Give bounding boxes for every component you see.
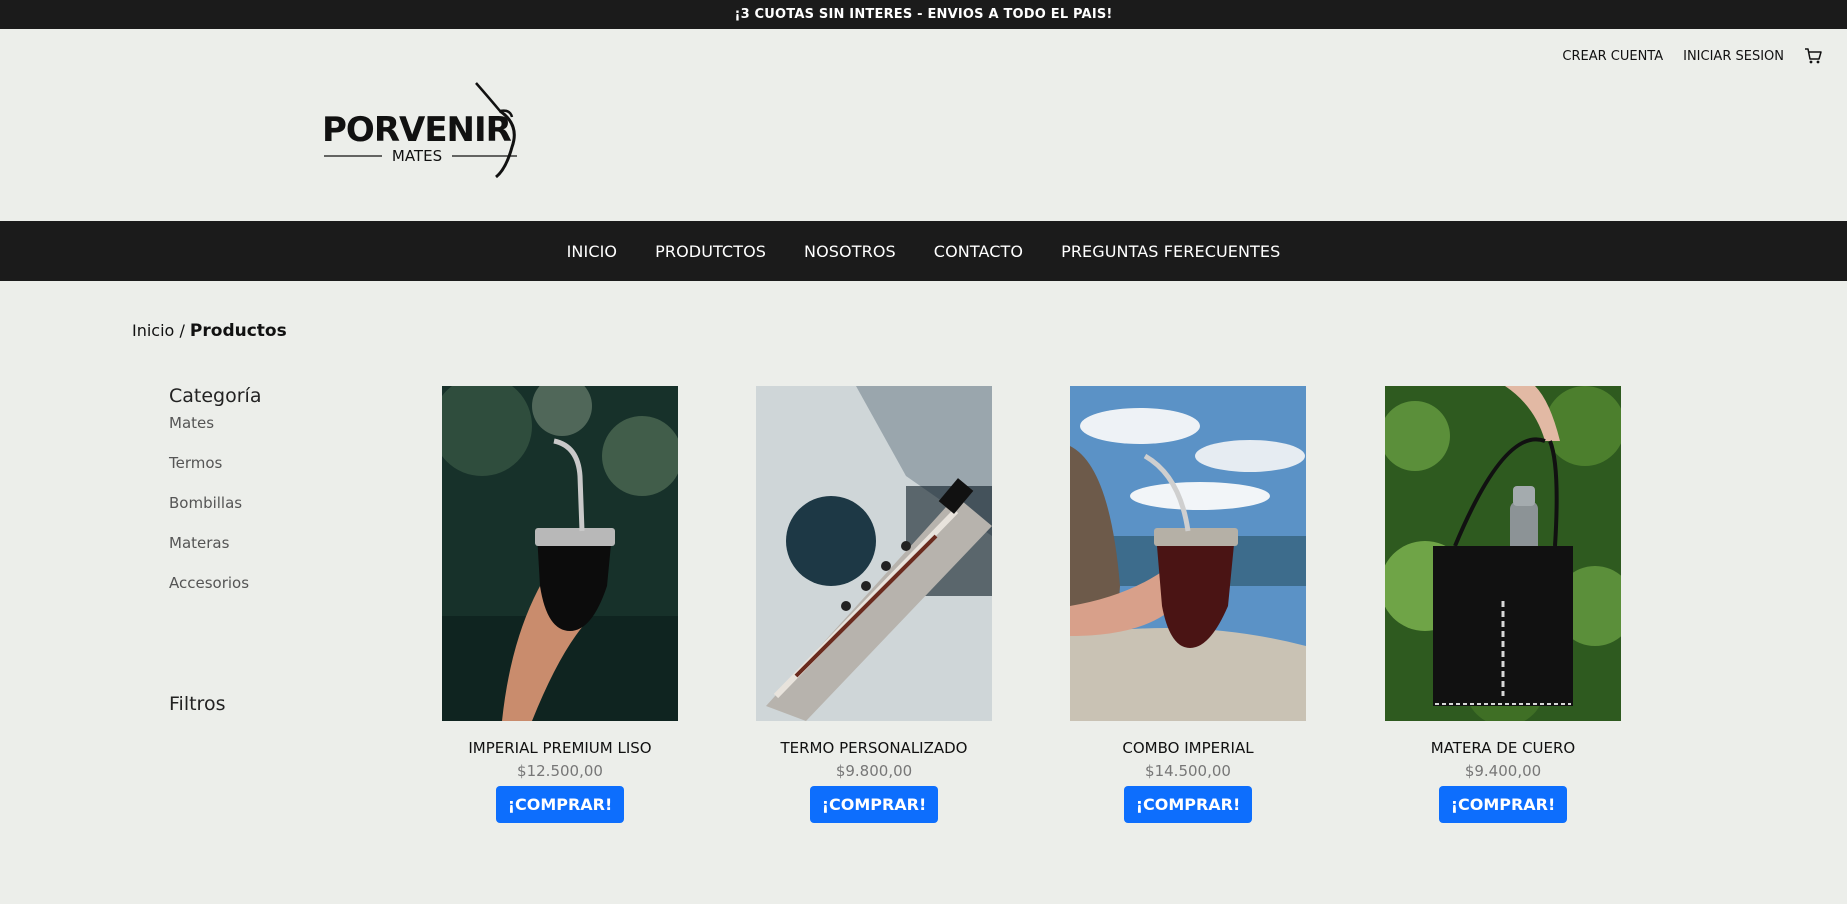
login-link[interactable]: INICIAR SESION — [1683, 49, 1784, 64]
category-materas[interactable]: Materas — [169, 533, 399, 573]
cart-icon[interactable] — [1804, 47, 1822, 65]
main-nav: INICIO PRODUTCTOS NOSOTROS CONTACTO PREG… — [0, 221, 1847, 281]
product-image[interactable] — [756, 386, 992, 721]
product-image[interactable] — [1385, 386, 1621, 721]
porvenir-logo-icon: PORVENIR MATES — [322, 82, 517, 179]
product-name[interactable]: TERMO PERSONALIZADO — [780, 739, 967, 757]
product-card: TERMO PERSONALIZADO $9.800,00 ¡COMPRAR! — [756, 386, 992, 823]
announcement-text: ¡3 CUOTAS SIN INTERES - ENVIOS A TODO EL… — [734, 7, 1113, 22]
category-bombillas[interactable]: Bombillas — [169, 493, 399, 533]
brand-logo[interactable]: PORVENIR MATES — [322, 77, 547, 187]
category-mates[interactable]: Mates — [169, 413, 399, 453]
nav-productos[interactable]: PRODUTCTOS — [655, 242, 766, 261]
category-title: Categoría — [169, 385, 262, 407]
svg-text:MATES: MATES — [392, 147, 442, 165]
svg-text:PORVENIR: PORVENIR — [322, 110, 512, 150]
breadcrumb-current: Productos — [189, 321, 287, 341]
nav-contacto[interactable]: CONTACTO — [934, 242, 1023, 261]
buy-button[interactable]: ¡COMPRAR! — [495, 786, 625, 823]
breadcrumb-home[interactable]: Inicio — [132, 321, 174, 340]
product-name[interactable]: IMPERIAL PREMIUM LISO — [468, 739, 651, 757]
announcement-bar: ¡3 CUOTAS SIN INTERES - ENVIOS A TODO EL… — [0, 0, 1847, 29]
buy-button[interactable]: ¡COMPRAR! — [1438, 786, 1568, 823]
product-card: COMBO IMPERIAL $14.500,00 ¡COMPRAR! — [1070, 386, 1306, 823]
product-price: $12.500,00 — [517, 762, 603, 780]
category-accesorios[interactable]: Accesorios — [169, 573, 399, 613]
buy-button[interactable]: ¡COMPRAR! — [809, 786, 939, 823]
product-image[interactable] — [1070, 386, 1306, 721]
product-card: MATERA DE CUERO $9.400,00 ¡COMPRAR! — [1385, 386, 1621, 823]
category-sidebar: Categoría Mates Termos Bombillas Materas… — [169, 385, 399, 613]
filters-title: Filtros — [169, 693, 226, 715]
nav-inicio[interactable]: INICIO — [567, 242, 618, 261]
nav-faq[interactable]: PREGUNTAS FERECUENTES — [1061, 242, 1280, 261]
breadcrumb: Inicio / Productos — [132, 321, 287, 341]
category-termos[interactable]: Termos — [169, 453, 399, 493]
create-account-link[interactable]: CREAR CUENTA — [1562, 49, 1663, 64]
product-price: $14.500,00 — [1145, 762, 1231, 780]
product-name[interactable]: MATERA DE CUERO — [1431, 739, 1575, 757]
account-links: CREAR CUENTA INICIAR SESION — [1562, 47, 1822, 65]
product-price: $9.400,00 — [1464, 762, 1542, 780]
product-price: $9.800,00 — [835, 762, 913, 780]
product-name[interactable]: COMBO IMPERIAL — [1122, 739, 1253, 757]
breadcrumb-separator: / — [179, 321, 185, 340]
site-header: PORVENIR MATES CREAR CUENTA INICIAR SESI… — [0, 29, 1847, 221]
buy-button[interactable]: ¡COMPRAR! — [1123, 786, 1253, 823]
product-image[interactable] — [442, 386, 678, 721]
nav-nosotros[interactable]: NOSOTROS — [804, 242, 896, 261]
product-card: IMPERIAL PREMIUM LISO $12.500,00 ¡COMPRA… — [442, 386, 678, 823]
category-list: Mates Termos Bombillas Materas Accesorio… — [169, 413, 399, 613]
